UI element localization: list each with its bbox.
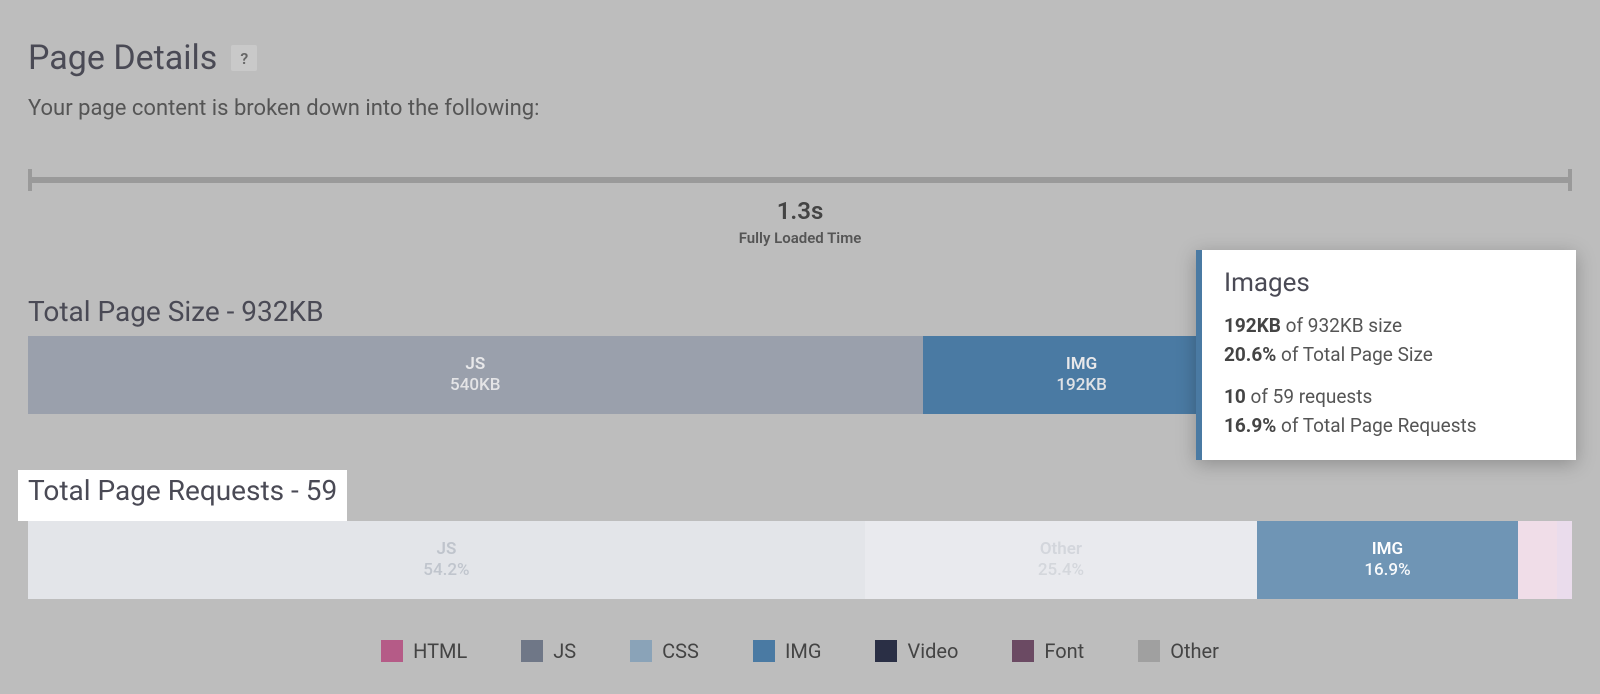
help-icon[interactable]: ? bbox=[231, 45, 257, 71]
bar-segment-img[interactable]: IMG16.9% bbox=[1257, 521, 1518, 599]
timeline-end-tick bbox=[1568, 169, 1572, 191]
page-requests-bar[interactable]: JS54.2%Other25.4%IMG16.9% bbox=[28, 521, 1572, 599]
page-subtitle: Your page content is broken down into th… bbox=[28, 96, 1572, 121]
bar-segment-img[interactable]: IMG192KB bbox=[923, 336, 1241, 414]
tooltip-images: Images 192KB of 932KB size 20.6% of Tota… bbox=[1196, 250, 1576, 460]
timeline-bar bbox=[28, 177, 1572, 183]
legend-item-js[interactable]: JS bbox=[521, 639, 576, 663]
legend-item-font[interactable]: Font bbox=[1012, 639, 1084, 663]
total-page-size-heading: Total Page Size - 932KB bbox=[28, 295, 324, 328]
bar-segment-css[interactable] bbox=[1557, 521, 1572, 599]
tooltip-req-pct-line: 16.9% of Total Page Requests bbox=[1224, 412, 1554, 441]
legend-item-img[interactable]: IMG bbox=[753, 639, 822, 663]
legend-swatch bbox=[875, 640, 897, 662]
legend-item-css[interactable]: CSS bbox=[630, 639, 699, 663]
legend-label: Video bbox=[907, 639, 958, 663]
page-title: Page Details bbox=[28, 38, 217, 78]
load-time-value: 1.3s bbox=[28, 197, 1572, 225]
legend-swatch bbox=[753, 640, 775, 662]
load-timeline bbox=[28, 169, 1572, 189]
legend-swatch bbox=[1012, 640, 1034, 662]
legend: HTML JS CSS IMG Video Font Other bbox=[28, 639, 1572, 663]
legend-item-video[interactable]: Video bbox=[875, 639, 958, 663]
bar-segment-js[interactable]: JS54.2% bbox=[28, 521, 865, 599]
legend-item-other[interactable]: Other bbox=[1138, 639, 1219, 663]
legend-swatch bbox=[381, 640, 403, 662]
bar-segment-other[interactable]: Other25.4% bbox=[865, 521, 1257, 599]
legend-label: IMG bbox=[785, 639, 822, 663]
total-page-requests-heading: Total Page Requests - 59 bbox=[28, 474, 337, 507]
legend-label: Font bbox=[1044, 639, 1084, 663]
tooltip-req-line: 10 of 59 requests bbox=[1224, 383, 1554, 412]
load-time-label: Fully Loaded Time bbox=[28, 229, 1572, 247]
legend-label: CSS bbox=[662, 639, 699, 663]
legend-label: JS bbox=[553, 639, 576, 663]
legend-label: Other bbox=[1170, 639, 1219, 663]
tooltip-size-line: 192KB of 932KB size bbox=[1224, 312, 1554, 341]
tooltip-size-pct-line: 20.6% of Total Page Size bbox=[1224, 341, 1554, 370]
legend-swatch bbox=[1138, 640, 1160, 662]
legend-item-html[interactable]: HTML bbox=[381, 639, 467, 663]
bar-segment-html[interactable] bbox=[1518, 521, 1557, 599]
tooltip-title: Images bbox=[1224, 268, 1554, 298]
bar-segment-js[interactable]: JS540KB bbox=[28, 336, 923, 414]
legend-label: HTML bbox=[413, 639, 467, 663]
legend-swatch bbox=[521, 640, 543, 662]
legend-swatch bbox=[630, 640, 652, 662]
